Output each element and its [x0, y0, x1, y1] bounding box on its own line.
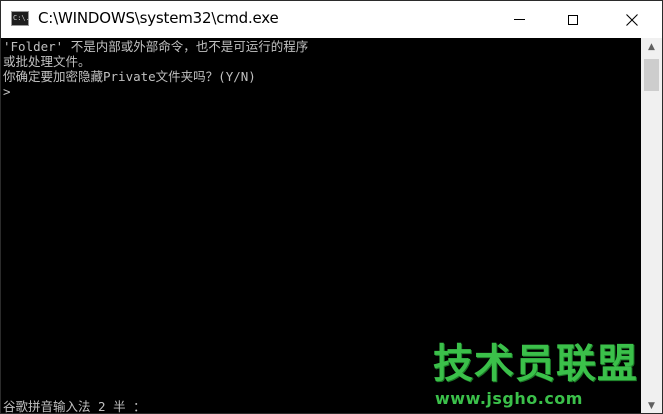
- site-watermark: 技术员联盟 www.jsgho.com: [433, 341, 637, 413]
- vertical-scrollbar[interactable]: ▲ ▼: [641, 38, 662, 413]
- close-button[interactable]: [609, 1, 655, 38]
- close-icon: [626, 13, 638, 26]
- scrollbar-thumb[interactable]: [644, 59, 659, 91]
- title-bar[interactable]: C:\. C:\WINDOWS\system32\cmd.exe: [1, 1, 662, 38]
- scroll-up-arrow-icon[interactable]: ▲: [641, 38, 662, 55]
- cmd-window: C:\. C:\WINDOWS\system32\cmd.exe 'Folder…: [0, 0, 663, 414]
- maximize-button[interactable]: [550, 1, 596, 38]
- console-line: 或批处理文件。: [3, 54, 91, 69]
- ime-status-line: 谷歌拼音输入法 2 半 ：: [3, 399, 146, 414]
- console-line: 'Folder' 不是内部或外部命令，也不是可运行的程序: [3, 39, 309, 54]
- minimize-icon: [513, 19, 525, 20]
- scroll-down-arrow-icon[interactable]: ▼: [641, 397, 662, 413]
- console-prompt: >: [3, 84, 11, 99]
- watermark-logo: 技术员联盟: [433, 341, 638, 387]
- maximize-icon: [568, 14, 578, 25]
- window-title: C:\WINDOWS\system32\cmd.exe: [38, 9, 279, 27]
- cmd-console-icon[interactable]: C:\.: [11, 11, 30, 26]
- watermark-url: www.jsgho.com: [435, 389, 583, 408]
- console-line: 你确定要加密隐藏Private文件夹吗？(Y/N): [3, 69, 256, 84]
- minimize-button[interactable]: [496, 1, 542, 38]
